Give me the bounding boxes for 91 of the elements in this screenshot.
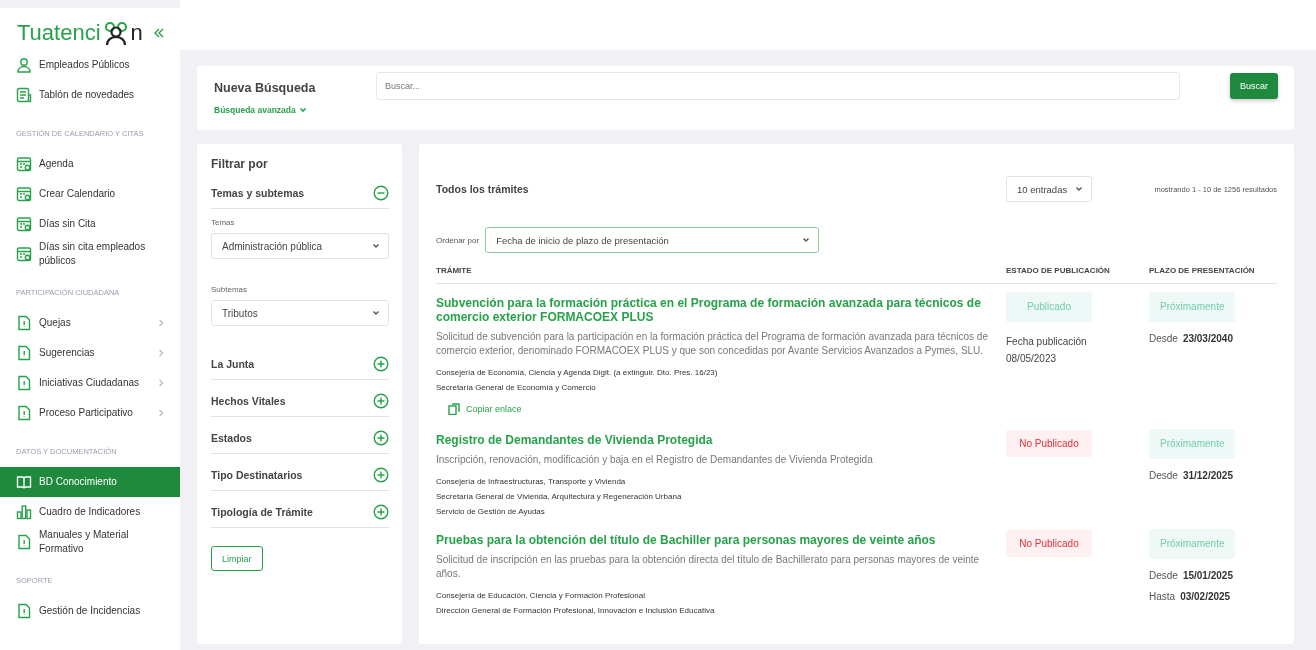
sort-dropdown[interactable]: Fecha de inicio de plazo de presentación <box>485 227 820 253</box>
sidebar-item[interactable]: Cuadro de Indicadores <box>0 497 180 527</box>
document-icon <box>16 315 32 331</box>
results-title: Todos los trámites <box>436 183 530 195</box>
calendar-icon <box>16 246 32 262</box>
publication-date: 08/05/2023 <box>1006 352 1058 366</box>
sidebar-item[interactable]: Crear Calendario <box>0 179 180 209</box>
filter-group-header[interactable]: Estados <box>211 426 389 454</box>
book-icon <box>16 474 32 490</box>
collapse-icon <box>152 27 165 39</box>
status-badge: No Publicado <box>1006 530 1092 557</box>
calendar-icon <box>16 156 32 172</box>
column-header: PLAZO DE PRESENTACIÓN <box>1149 266 1277 284</box>
filter-title: Filtrar por <box>211 157 269 171</box>
date-value: 15/01/2025 <box>1182 570 1233 581</box>
column-header: TRÁMITE <box>436 266 1006 284</box>
organism-name: Dirección General de Formación Profesional, Innovación e Inclusión Educativa <box>436 605 716 617</box>
sidebar-item[interactable]: Gestión de Incidencias <box>0 596 180 626</box>
document-icon <box>16 345 32 361</box>
field-label: Temas <box>211 218 236 227</box>
organism-name: Consejería de Educación, Ciencia y Formación Profesional <box>436 590 646 602</box>
organism-name: Consejería de Economía, Ciencia y Agenda Digit. (a extinguir. Dto. Pres. 16/23) <box>436 367 719 379</box>
expand-circle-icon <box>373 393 389 409</box>
procedure-description: Inscripción, renovación, modificación y baja en el Registro de Demandantes de Vivienda Protegida <box>436 453 874 467</box>
expand-circle-icon <box>373 430 389 446</box>
date-value: 31/12/2025 <box>1182 470 1233 481</box>
filter-group-header[interactable]: Temas y subtemas <box>211 181 389 209</box>
sidebar-item[interactable]: Sugerencias <box>0 338 180 368</box>
date-label: Hasta <box>1149 591 1176 602</box>
sidebar-item[interactable]: BD Conocimiento <box>0 467 180 497</box>
sort-label: Ordenar por <box>436 235 480 245</box>
organism-name: Consejería de Infraestructuras, Transporte y Vivienda <box>436 476 627 488</box>
chevron-down-icon <box>372 310 380 316</box>
document-icon <box>16 603 32 619</box>
bar-chart-icon <box>16 504 32 520</box>
filter-group-header[interactable]: La Junta <box>211 352 389 380</box>
document-icon <box>16 87 32 103</box>
expand-circle-icon <box>373 356 389 372</box>
dropdown[interactable]: Tributos <box>211 300 389 326</box>
sidebar-item[interactable]: Quejas <box>0 308 180 338</box>
sidebar-item[interactable]: Empleados Públicos <box>0 50 180 80</box>
sidebar-item[interactable]: Días sin Cita <box>0 209 180 239</box>
chevron-down-icon <box>802 237 811 243</box>
copy-icon <box>448 403 460 415</box>
collapse-circle-icon <box>373 185 389 201</box>
deadline-badge: Próximamente <box>1149 292 1235 322</box>
organism-name: Secretaría General de Economía y Comercio <box>436 382 597 394</box>
procedure-description: Solicitud de subvención para la participación en la formación práctica del Programa de formación avanzada para técnicos de comercio exterior, denominado FORMACOEX PLUS y que son concedidas por Avante Servicios Avanzados a Pymes, SLU. <box>436 330 988 358</box>
page-size-dropdown[interactable]: 10 entradas <box>1006 176 1092 202</box>
search-button[interactable]: Buscar <box>1230 73 1278 99</box>
sidebar-item[interactable]: Agenda <box>0 149 180 179</box>
sidebar-item[interactable]: Proceso Participativo <box>0 398 180 428</box>
chevron-down-icon <box>1075 186 1083 192</box>
document-icon <box>16 375 32 391</box>
dropdown[interactable]: Administración pública <box>211 233 389 259</box>
calendar-icon <box>16 216 32 232</box>
field-label: Subtemas <box>211 285 249 294</box>
person-icon <box>16 57 32 73</box>
filter-group-header[interactable]: Tipo Destinatarios <box>211 463 389 491</box>
calendar-icon <box>16 186 32 202</box>
sidebar-item[interactable]: Tablón de novedades <box>0 80 180 110</box>
logo: Tuatenci n <box>17 20 143 46</box>
date-label: Desde <box>1149 470 1178 481</box>
search-field[interactable]: Buscar... <box>376 72 1180 100</box>
expand-circle-icon <box>373 504 389 520</box>
deadline-badge: Próximamente <box>1149 529 1235 559</box>
filter-group-header[interactable]: Tipología de Trámite <box>211 500 389 528</box>
column-header: ESTADO DE PUBLICACIÓN <box>1006 266 1149 284</box>
sidebar-item[interactable]: Iniciativas Ciudadanas <box>0 368 180 398</box>
sidebar-item[interactable]: Manuales y Material Formativo <box>0 527 180 557</box>
deadline-badge: Próximamente <box>1149 429 1235 459</box>
status-badge: Publicado <box>1006 292 1092 322</box>
publication-label: Fecha publicación <box>1006 335 1088 349</box>
organism-name: Servicio de Gestión de Ayudas <box>436 506 546 518</box>
copy-link[interactable]: Copiar enlace <box>448 403 522 415</box>
procedure-description: Solicitud de inscripción en las pruebas para la obtención directa del título de Bachillerato para personas mayores de veinte años. <box>436 553 981 581</box>
sidebar-item[interactable]: Días sin cita empleados públicos <box>0 239 180 269</box>
search-title: Nueva Búsqueda <box>214 81 317 95</box>
clear-button[interactable]: Limpiar <box>211 546 263 571</box>
date-label: Desde <box>1149 570 1178 581</box>
organism-name: Secretaría General de Vivienda, Arquitectura y Regeneración Urbana <box>436 491 683 503</box>
date-value: 03/02/2025 <box>1180 591 1231 602</box>
expand-circle-icon <box>373 467 389 483</box>
chevron-down-icon <box>298 107 307 113</box>
filter-group-header[interactable]: Hechos Vitales <box>211 389 389 417</box>
date-value: 23/03/2040 <box>1182 333 1233 344</box>
status-badge: No Publicado <box>1006 430 1092 457</box>
document-icon <box>16 534 32 550</box>
document-icon <box>16 405 32 421</box>
chevron-down-icon <box>372 243 380 249</box>
date-label: Desde <box>1149 333 1178 344</box>
